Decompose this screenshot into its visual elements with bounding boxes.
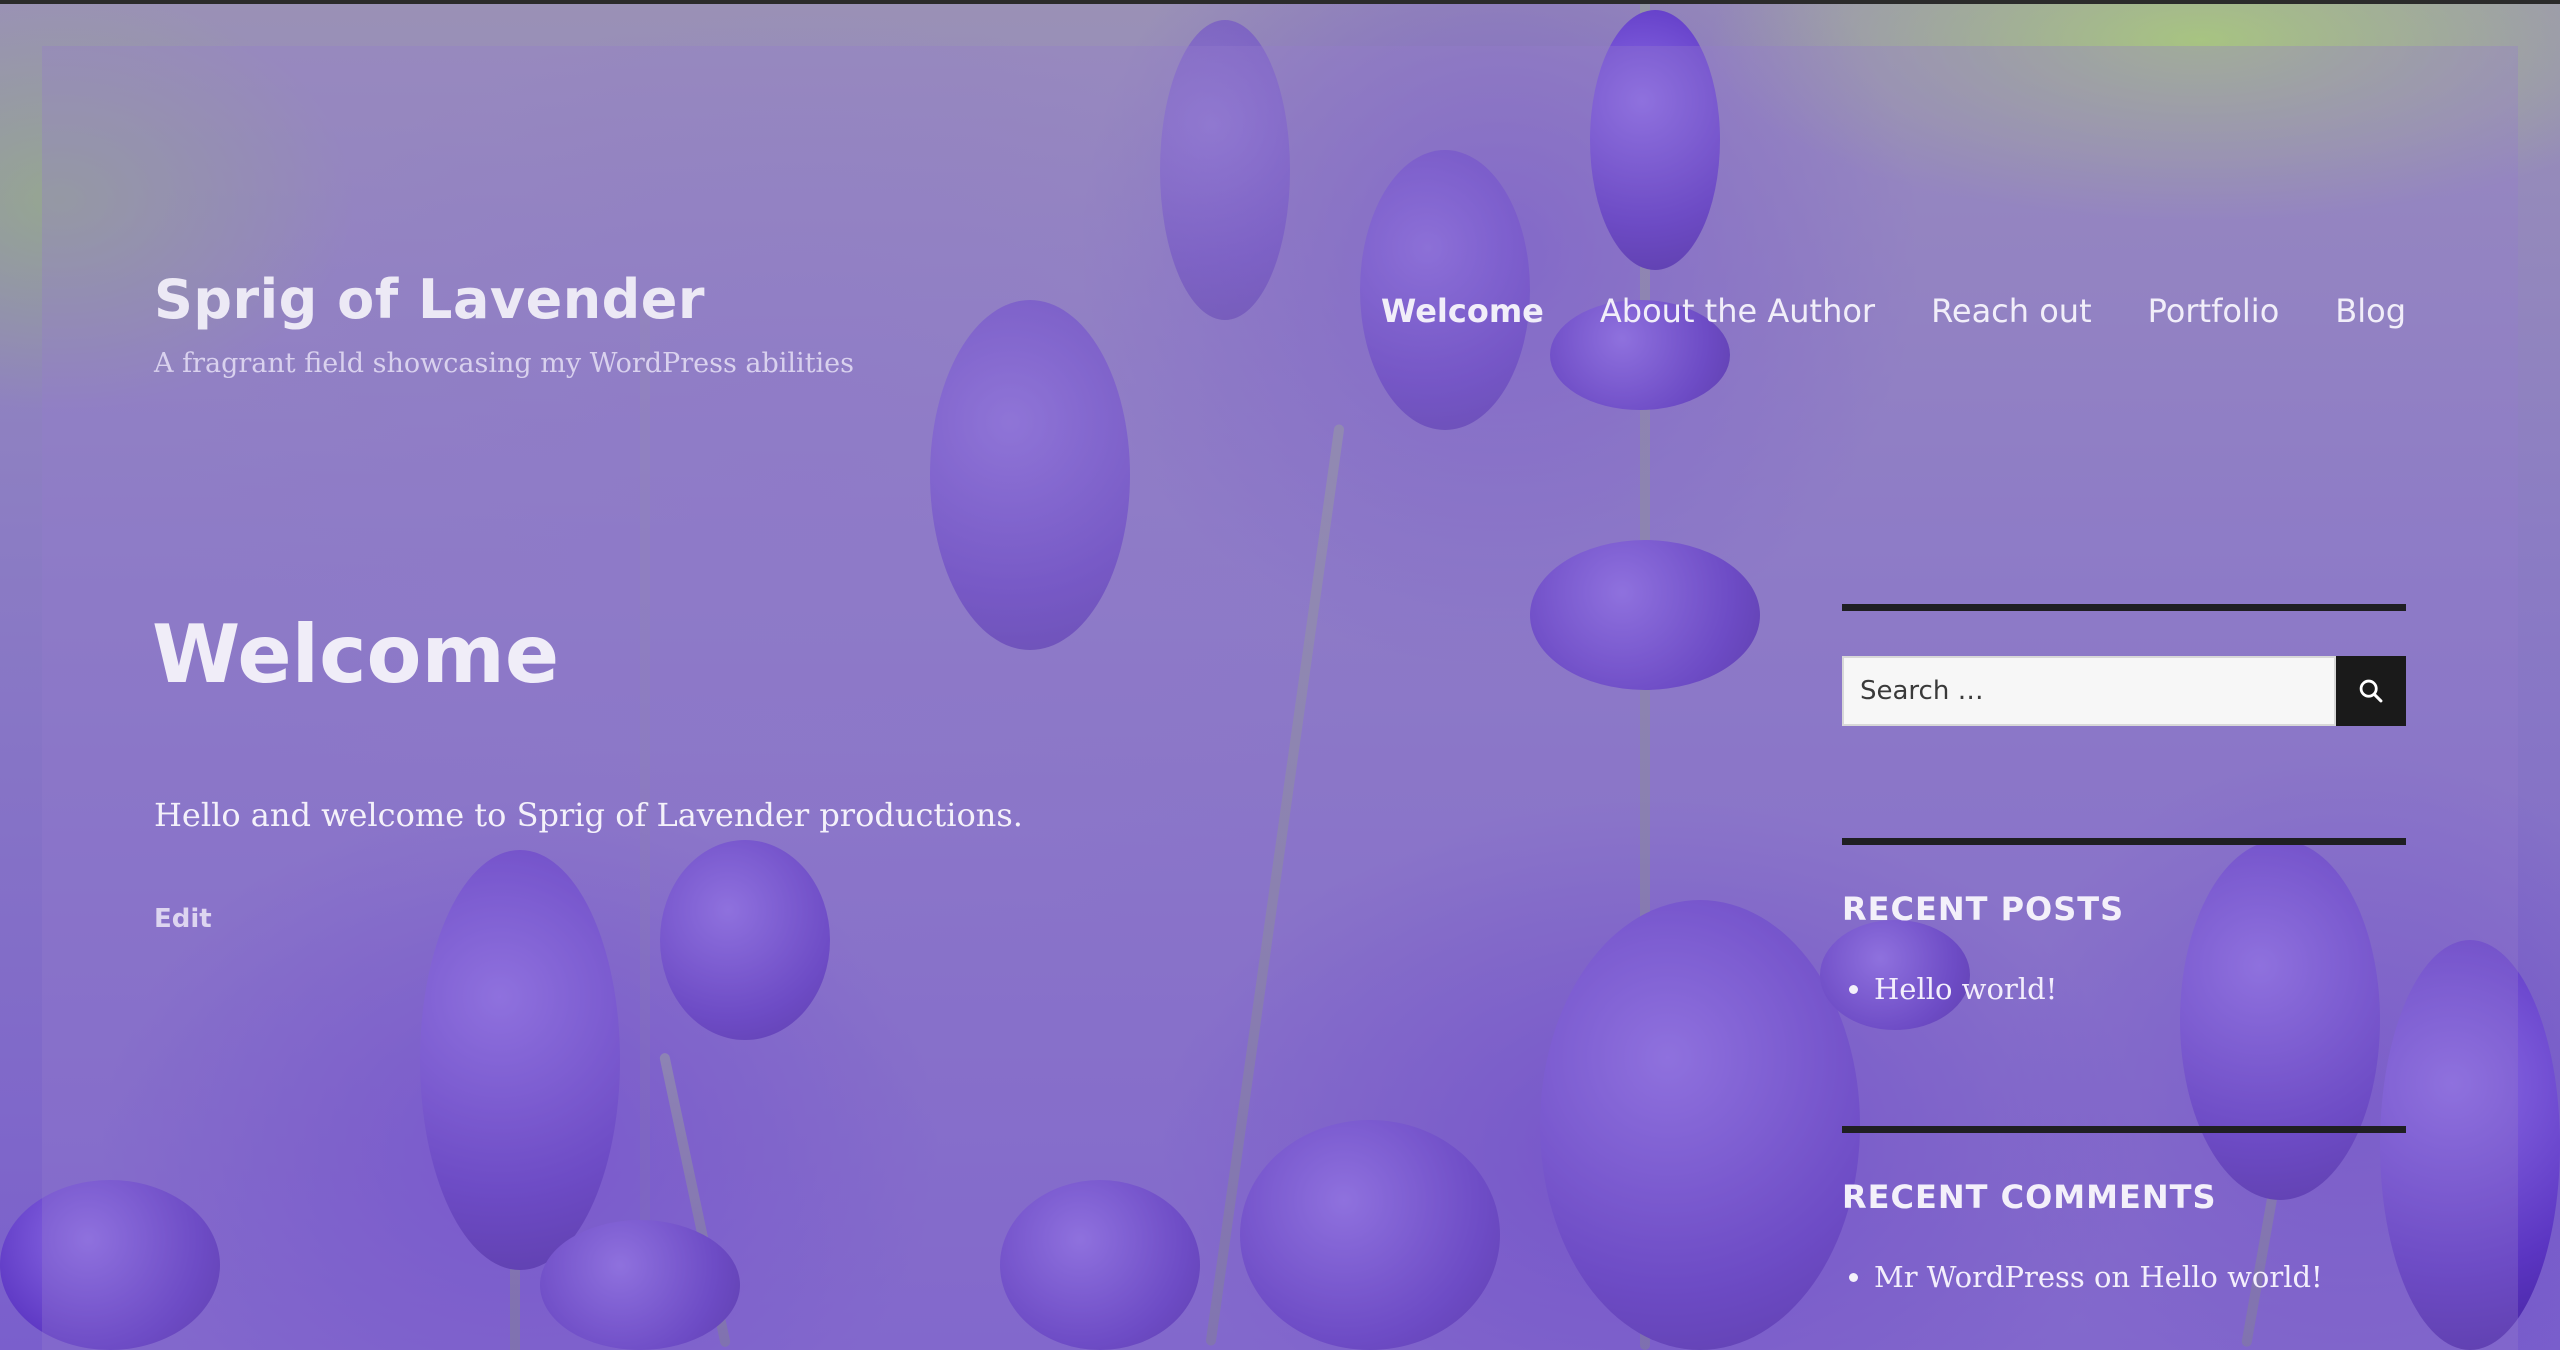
widget-divider [1842, 1126, 2406, 1133]
comment-author-link[interactable]: Mr WordPress [1874, 1260, 2085, 1294]
search-button[interactable] [2336, 656, 2406, 726]
site-title[interactable]: Sprig of Lavender [154, 268, 705, 331]
recent-post-link[interactable]: Hello world! [1874, 972, 2057, 1006]
widget-divider [1842, 838, 2406, 845]
nav-item-welcome[interactable]: Welcome [1381, 292, 1544, 330]
recent-posts-list: Hello world! [1842, 972, 2057, 1006]
list-item: Mr WordPress on Hello world! [1874, 1260, 2323, 1294]
nav-item-about-the-author[interactable]: About the Author [1600, 292, 1875, 330]
list-item: Hello world! [1874, 972, 2057, 1006]
page-title: Welcome [152, 608, 560, 701]
recent-posts-title: RECENT POSTS [1842, 890, 2125, 928]
search-input[interactable] [1842, 656, 2336, 726]
search-form [1842, 656, 2406, 726]
search-icon [2359, 679, 2383, 703]
edit-link[interactable]: Edit [154, 904, 212, 934]
recent-comments-title: RECENT COMMENTS [1842, 1178, 2217, 1216]
nav-item-reach-out[interactable]: Reach out [1931, 292, 2092, 330]
site-tagline: A fragrant field showcasing my WordPress… [154, 348, 855, 379]
widget-divider [1842, 604, 2406, 611]
nav-item-portfolio[interactable]: Portfolio [2148, 292, 2280, 330]
entry-content: Hello and welcome to Sprig of Lavender p… [154, 796, 1023, 834]
nav-item-blog[interactable]: Blog [2335, 292, 2406, 330]
main-navigation: Welcome About the Author Reach out Portf… [1381, 292, 2406, 330]
recent-comments-list: Mr WordPress on Hello world! [1842, 1260, 2323, 1294]
comment-post-link[interactable]: Hello world! [2139, 1260, 2322, 1294]
comment-connector: on [2094, 1260, 2131, 1294]
top-border [0, 0, 2560, 4]
